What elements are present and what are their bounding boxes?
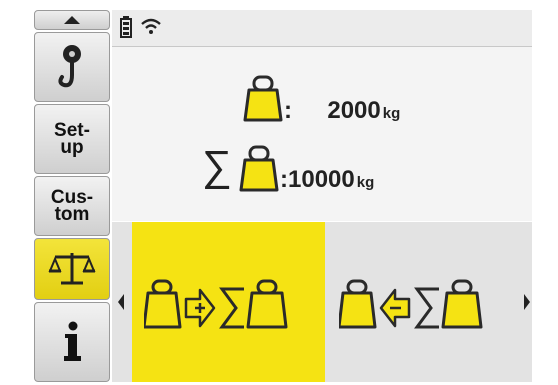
- action-bar: [112, 222, 532, 382]
- total-weight-unit: kg: [356, 174, 375, 191]
- sigma-symbol: ∑: [202, 142, 232, 189]
- sum-to-weight-icon: [339, 279, 483, 329]
- info-icon: [64, 321, 81, 361]
- info-button[interactable]: [34, 302, 110, 382]
- sidebar: Set-up Cus-tom: [34, 10, 110, 382]
- scroll-up-button[interactable]: [34, 10, 110, 30]
- weight-to-sum-icon: [144, 279, 288, 329]
- device-screen: Set-up Cus-tom: 2000 kg ∑:10000 kg: [0, 0, 558, 385]
- current-weight-value: 2000: [327, 97, 381, 124]
- chevron-right-icon: [524, 294, 530, 310]
- custom-button[interactable]: Cus-tom: [34, 176, 110, 236]
- chevron-left-icon: [118, 294, 124, 310]
- battery-icon: [120, 16, 132, 38]
- custom-label: Cus-tom: [50, 187, 94, 225]
- recall-from-total-button[interactable]: [327, 222, 520, 382]
- scroll-left-button[interactable]: [114, 282, 130, 322]
- setup-label: Set-up: [54, 120, 90, 158]
- hook-button[interactable]: [34, 32, 110, 102]
- total-weight-value: 10000: [288, 166, 355, 193]
- wifi-icon: [141, 18, 161, 34]
- status-bar: [112, 10, 532, 47]
- current-weight-sep: :: [284, 97, 292, 124]
- scroll-right-button[interactable]: [522, 282, 532, 322]
- current-weight-unit: kg: [382, 105, 401, 122]
- scale-icon: [48, 253, 96, 285]
- total-weight-icon: [239, 145, 279, 192]
- setup-button[interactable]: Set-up: [34, 104, 110, 174]
- add-to-total-button[interactable]: [132, 222, 325, 382]
- scale-button[interactable]: [34, 238, 110, 300]
- total-weight-sep: :: [280, 166, 288, 193]
- current-weight-readout: : 2000 kg: [284, 97, 400, 125]
- total-weight-readout: :10000 kg: [280, 166, 374, 194]
- chevron-up-icon: [64, 16, 80, 24]
- crane-hook-icon: [58, 45, 81, 88]
- weight-display: : 2000 kg ∑ :10000 kg: [112, 47, 532, 221]
- weight-icon: [243, 75, 283, 122]
